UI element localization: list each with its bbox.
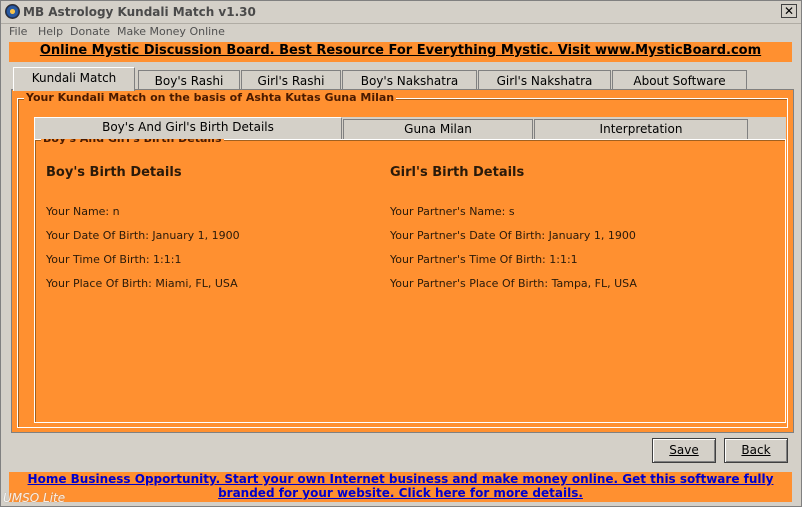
group-title: Your Kundali Match on the basis of Ashta… bbox=[24, 91, 397, 104]
save-button[interactable]: Save bbox=[652, 438, 716, 463]
menu-file[interactable]: File bbox=[9, 25, 27, 38]
menu-make-money-online[interactable]: Make Money Online bbox=[117, 25, 225, 38]
back-button-label: Back bbox=[741, 443, 771, 457]
boy-name: Your Name: n bbox=[46, 205, 120, 218]
app-logo-icon bbox=[5, 4, 20, 19]
subtab-guna-milan[interactable]: Guna Milan bbox=[343, 119, 533, 139]
kundali-match-panel: Your Kundali Match on the basis of Ashta… bbox=[11, 89, 794, 433]
birth-details-group: Boy's And Girl's Birth Details Boy's Bir… bbox=[34, 132, 786, 423]
tab-girls-rashi[interactable]: Girl's Rashi bbox=[241, 70, 341, 90]
window-title: MB Astrology Kundali Match v1.30 bbox=[23, 5, 256, 19]
boy-tob: Your Time Of Birth: 1:1:1 bbox=[46, 253, 182, 266]
back-button[interactable]: Back bbox=[724, 438, 788, 463]
tab-kundali-match[interactable]: Kundali Match bbox=[13, 67, 135, 91]
tab-girls-nakshatra[interactable]: Girl's Nakshatra bbox=[478, 70, 611, 90]
menu-bar: File Help Donate Make Money Online bbox=[1, 23, 801, 41]
girl-tob: Your Partner's Time Of Birth: 1:1:1 bbox=[390, 253, 578, 266]
close-button[interactable]: ✕ bbox=[781, 4, 797, 18]
kundali-match-group: Your Kundali Match on the basis of Ashta… bbox=[17, 91, 788, 428]
tab-boys-nakshatra[interactable]: Boy's Nakshatra bbox=[342, 70, 477, 90]
boy-pob: Your Place Of Birth: Miami, FL, USA bbox=[46, 277, 238, 290]
app-window: MB Astrology Kundali Match v1.30 ✕ File … bbox=[0, 0, 802, 507]
menu-help[interactable]: Help bbox=[38, 25, 63, 38]
boy-details-heading: Boy's Birth Details bbox=[46, 165, 182, 180]
girl-details-heading: Girl's Birth Details bbox=[390, 165, 525, 180]
girl-name: Your Partner's Name: s bbox=[390, 205, 515, 218]
watermark-logo: UMSO Lite bbox=[3, 491, 66, 505]
girl-dob: Your Partner's Date Of Birth: January 1,… bbox=[390, 229, 636, 242]
bottom-banner-link[interactable]: Home Business Opportunity. Start your ow… bbox=[9, 472, 792, 502]
tab-boys-rashi[interactable]: Boy's Rashi bbox=[138, 70, 240, 90]
tab-about-software[interactable]: About Software bbox=[612, 70, 747, 90]
top-banner-link[interactable]: Online Mystic Discussion Board. Best Res… bbox=[9, 42, 792, 62]
menu-donate[interactable]: Donate bbox=[70, 25, 110, 38]
save-button-label: Save bbox=[669, 443, 699, 457]
subtab-birth-details[interactable]: Boy's And Girl's Birth Details bbox=[34, 117, 342, 139]
boy-dob: Your Date Of Birth: January 1, 1900 bbox=[46, 229, 240, 242]
sub-tabstrip: Boy's And Girl's Birth Details Guna Mila… bbox=[34, 117, 786, 139]
girl-pob: Your Partner's Place Of Birth: Tampa, FL… bbox=[390, 277, 637, 290]
title-bar[interactable]: MB Astrology Kundali Match v1.30 ✕ bbox=[1, 1, 801, 24]
subtab-interpretation[interactable]: Interpretation bbox=[534, 119, 748, 139]
